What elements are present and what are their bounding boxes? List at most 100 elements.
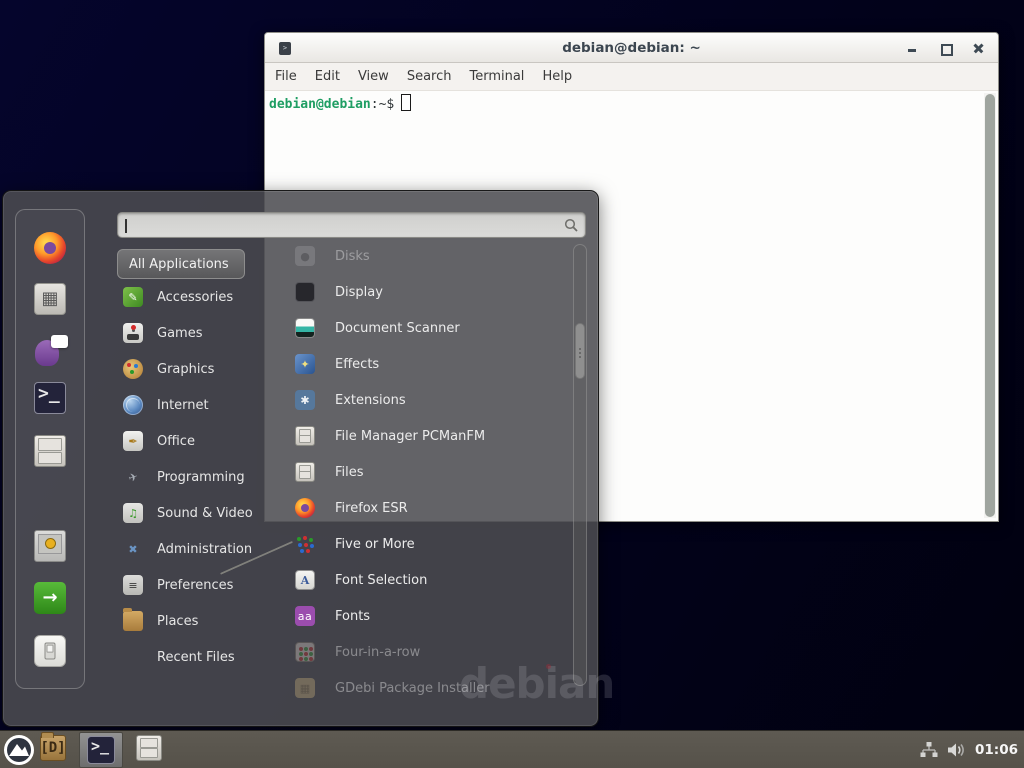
watermark-text: debian bbox=[459, 659, 614, 708]
taskbar-launcher-menu-logo[interactable] bbox=[4, 735, 34, 765]
preferences-icon: ≡ bbox=[123, 575, 143, 595]
places-icon bbox=[123, 611, 143, 631]
favorite-firefox[interactable] bbox=[33, 231, 67, 265]
category-office[interactable]: ✒Office bbox=[117, 423, 263, 459]
app-label: Document Scanner bbox=[335, 321, 460, 336]
app-label: Font Selection bbox=[335, 573, 427, 588]
favorite-software[interactable]: ▦ bbox=[33, 282, 67, 316]
category-places[interactable]: Places bbox=[117, 603, 263, 639]
clock[interactable]: 01:06 bbox=[975, 742, 1018, 758]
favorite-pidgin[interactable] bbox=[33, 334, 67, 368]
terminal-prompt: debian@debian:~$ bbox=[265, 91, 998, 115]
app-label: Display bbox=[335, 285, 383, 300]
terminal-cursor bbox=[401, 94, 411, 111]
app-firefox-esr[interactable]: Firefox ESR bbox=[281, 490, 573, 526]
app-label: Fonts bbox=[335, 609, 370, 624]
category-recent-files[interactable]: Recent Files bbox=[117, 639, 263, 675]
terminal-scrollbar[interactable] bbox=[984, 93, 996, 518]
menubar-item-terminal[interactable]: Terminal bbox=[469, 69, 524, 84]
close-button[interactable] bbox=[973, 43, 984, 54]
prompt-user-host: debian@debian bbox=[269, 97, 371, 112]
app-effects[interactable]: ✦Effects bbox=[281, 346, 573, 382]
accessories-icon: ✎ bbox=[123, 287, 143, 307]
app-files[interactable]: Files bbox=[281, 454, 573, 490]
terminal-icon: >_ bbox=[34, 382, 66, 414]
category-label: Accessories bbox=[157, 290, 233, 305]
app-label: Five or More bbox=[335, 537, 415, 552]
office-icon: ✒ bbox=[123, 431, 143, 451]
text-caret bbox=[125, 219, 127, 233]
system-tray: 01:06 bbox=[920, 731, 1018, 768]
category-games[interactable]: Games bbox=[117, 315, 263, 351]
app-file-manager-pcmanfm[interactable]: File Manager PCManFM bbox=[281, 418, 573, 454]
document-scanner-icon bbox=[295, 318, 315, 338]
taskbar-launcher-file-cabinet[interactable] bbox=[136, 735, 162, 761]
terminal-scrollbar-thumb[interactable] bbox=[985, 94, 995, 517]
favorite-shutdown[interactable] bbox=[33, 634, 67, 668]
app-document-scanner[interactable]: Document Scanner bbox=[281, 310, 573, 346]
category-label: Programming bbox=[157, 470, 245, 485]
extensions-icon: ✱ bbox=[295, 390, 315, 410]
maximize-button[interactable] bbox=[940, 43, 951, 54]
desktop-folder-icon: [D] bbox=[40, 735, 66, 761]
app-fonts[interactable]: aa Fonts bbox=[281, 598, 573, 634]
category-accessories[interactable]: ✎ Accessories bbox=[117, 279, 263, 315]
search-input[interactable] bbox=[128, 215, 548, 235]
shutdown-icon bbox=[34, 635, 66, 667]
app-disks[interactable]: ●Disks bbox=[281, 238, 573, 274]
sound-video-icon: ♫ bbox=[123, 503, 143, 523]
app-font-selection[interactable]: A Font Selection bbox=[281, 562, 573, 598]
category-label: Internet bbox=[157, 398, 209, 413]
all-applications-button[interactable]: All Applications bbox=[117, 249, 245, 279]
terminal-window-icon: > bbox=[279, 42, 291, 55]
menubar-item-file[interactable]: File bbox=[275, 69, 297, 84]
category-administration[interactable]: ✖Administration bbox=[117, 531, 263, 567]
pidgin-icon bbox=[34, 335, 66, 367]
disks-icon: ● bbox=[295, 246, 315, 266]
favorite-screensaver[interactable] bbox=[33, 529, 67, 563]
search-box[interactable] bbox=[117, 212, 586, 238]
fonts-icon: aa bbox=[295, 606, 315, 626]
category-programming[interactable]: ✈Programming bbox=[117, 459, 263, 495]
app-five-or-more[interactable]: Five or More bbox=[281, 526, 573, 562]
category-label: Preferences bbox=[157, 578, 233, 593]
menubar-item-edit[interactable]: Edit bbox=[315, 69, 340, 84]
file-cabinet-icon bbox=[295, 426, 315, 446]
file-cabinet-icon bbox=[34, 435, 66, 467]
menubar-item-view[interactable]: View bbox=[358, 69, 389, 84]
menu-scrollbar[interactable] bbox=[573, 244, 587, 686]
application-menu: ▦ >_ → All Applications ✎ Accessories GamesG… bbox=[2, 190, 599, 727]
menubar-item-help[interactable]: Help bbox=[542, 69, 572, 84]
font-selection-icon: A bbox=[295, 570, 315, 590]
games-icon bbox=[123, 323, 143, 343]
watermark-dot bbox=[546, 664, 551, 669]
favorite-terminal[interactable]: >_ bbox=[33, 381, 67, 415]
network-icon[interactable] bbox=[920, 742, 938, 758]
category-sound-video[interactable]: ♫Sound & Video bbox=[117, 495, 263, 531]
app-display[interactable]: Display bbox=[281, 274, 573, 310]
scrollbar-grip bbox=[579, 348, 581, 350]
wallpaper-watermark: debian bbox=[459, 659, 614, 708]
app-label: Extensions bbox=[335, 393, 406, 408]
category-label: Administration bbox=[157, 542, 252, 557]
terminal-menubar: File Edit View Search Terminal Help bbox=[265, 63, 998, 91]
taskbar-launcher-desktop-folder[interactable]: [D] bbox=[40, 735, 66, 761]
volume-icon[interactable] bbox=[947, 742, 966, 758]
category-graphics[interactable]: Graphics bbox=[117, 351, 263, 387]
terminal-titlebar[interactable]: > debian@debian: ~ bbox=[265, 33, 998, 63]
search-icon bbox=[564, 218, 579, 233]
favorite-logout[interactable]: → bbox=[33, 581, 67, 615]
logout-icon: → bbox=[34, 582, 66, 614]
category-preferences[interactable]: ≡ Preferences bbox=[117, 567, 263, 603]
favorite-file-cabinet[interactable] bbox=[33, 434, 67, 468]
taskbar-task-terminal[interactable]: >_ bbox=[79, 732, 123, 768]
app-label: Effects bbox=[335, 357, 379, 372]
file-cabinet-icon bbox=[136, 735, 162, 761]
app-extensions[interactable]: ✱ Extensions bbox=[281, 382, 573, 418]
minimize-button[interactable] bbox=[907, 43, 918, 54]
category-internet[interactable]: Internet bbox=[117, 387, 263, 423]
display-icon bbox=[295, 282, 315, 302]
menubar-item-search[interactable]: Search bbox=[407, 69, 452, 84]
all-applications-label: All Applications bbox=[129, 257, 229, 272]
menu-scrollbar-thumb[interactable] bbox=[575, 323, 585, 379]
